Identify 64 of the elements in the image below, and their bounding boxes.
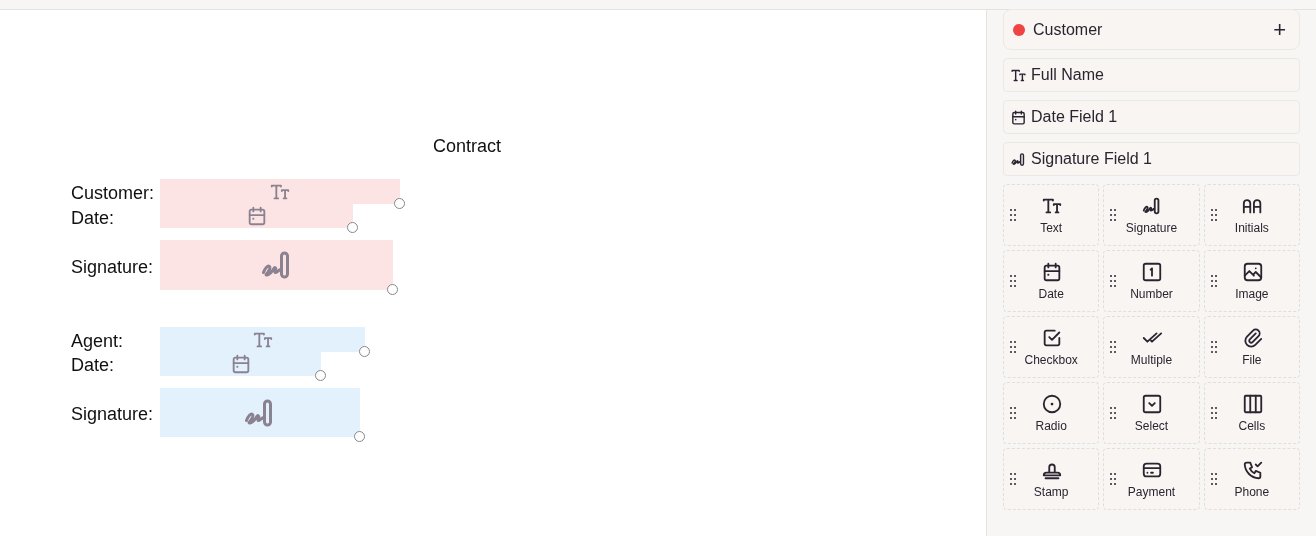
resize-handle[interactable] — [387, 284, 398, 295]
field-type-tile[interactable]: File — [1203, 316, 1300, 378]
drag-handle-icon — [1110, 407, 1117, 419]
image-icon — [1241, 261, 1264, 283]
resize-handle[interactable] — [394, 198, 405, 209]
radio-icon — [1041, 393, 1064, 415]
party-header[interactable]: Customer + — [1003, 9, 1300, 50]
field-label: Signature: — [71, 403, 154, 425]
drag-handle-icon — [1110, 341, 1117, 353]
field-type-tile[interactable]: Image — [1203, 250, 1300, 312]
field-label: Customer: — [71, 182, 155, 204]
phone-icon — [1241, 459, 1264, 481]
field-label: Agent: — [71, 330, 124, 352]
resize-handle[interactable] — [347, 222, 358, 233]
calendar-icon — [1010, 108, 1027, 126]
party-name: Customer — [1033, 19, 1104, 40]
signature-field[interactable] — [160, 240, 393, 290]
drag-handle-icon — [1010, 209, 1016, 221]
text-field[interactable] — [160, 179, 400, 204]
drag-handle-icon — [1210, 209, 1217, 221]
field-label: Date: — [71, 354, 115, 376]
drag-handle-icon — [1010, 275, 1016, 287]
resize-handle[interactable] — [315, 370, 326, 381]
field-row[interactable]: Date Field 1 — [1003, 100, 1300, 134]
signature-field[interactable] — [160, 388, 360, 437]
drag-handle-icon — [1010, 407, 1016, 419]
drag-handle-icon — [1210, 407, 1217, 419]
field-label: Signature: — [71, 256, 154, 278]
field-label: Date: — [71, 207, 115, 229]
date-field[interactable] — [160, 351, 321, 376]
document-title: Contract — [433, 135, 502, 158]
field-type-tile[interactable]: Number — [1103, 250, 1200, 312]
drag-handle-icon — [1110, 275, 1117, 287]
field-type-tile[interactable]: Checkbox — [1003, 316, 1100, 378]
field-type-tile[interactable]: Date — [1003, 250, 1100, 312]
dropdown-icon — [1141, 393, 1164, 415]
resize-handle[interactable] — [354, 431, 365, 442]
drag-handle-icon — [1210, 473, 1217, 485]
field-type-tile[interactable]: Select — [1103, 382, 1200, 444]
field-row[interactable]: Full Name — [1003, 58, 1300, 92]
field-row[interactable]: Signature Field 1 — [1003, 142, 1300, 176]
field-type-tile[interactable]: Initials — [1203, 184, 1300, 246]
text-field[interactable] — [160, 327, 365, 352]
field-type-tile[interactable]: Signature — [1103, 184, 1200, 246]
date-field[interactable] — [160, 204, 353, 228]
field-type-tile[interactable]: Radio — [1003, 382, 1100, 444]
drag-handle-icon — [1210, 341, 1217, 353]
drag-handle-icon — [1110, 209, 1117, 221]
columns-icon — [1241, 393, 1264, 415]
drag-handle-icon — [1010, 473, 1016, 485]
add-button[interactable]: + — [1269, 18, 1290, 41]
signature-icon — [1010, 150, 1027, 168]
drag-handle-icon — [1010, 341, 1016, 353]
resize-handle[interactable] — [359, 346, 370, 357]
field-type-tile[interactable]: Payment — [1103, 448, 1200, 510]
number-icon — [1141, 261, 1164, 283]
field-type-tile[interactable]: Stamp — [1003, 448, 1100, 510]
drag-handle-icon — [1210, 275, 1217, 287]
field-type-tile[interactable]: Multiple — [1103, 316, 1200, 378]
paperclip-icon — [1241, 327, 1264, 349]
field-type-tile[interactable]: Text — [1003, 184, 1100, 246]
drag-handle-icon — [1110, 473, 1117, 485]
field-type-tile[interactable]: Phone — [1203, 448, 1300, 510]
field-type-tile[interactable]: Cells — [1203, 382, 1300, 444]
